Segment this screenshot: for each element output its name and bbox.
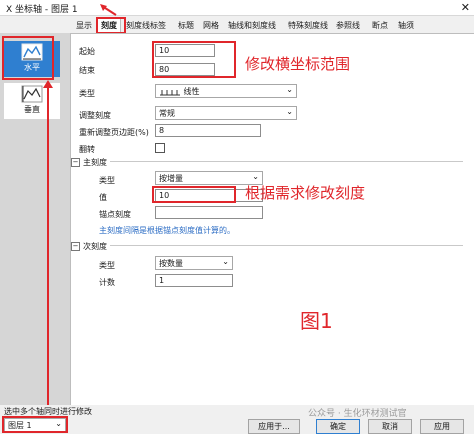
major-type-label: 类型: [99, 176, 115, 185]
type-value: 线性: [183, 87, 200, 96]
collapse-icon: −: [71, 158, 80, 167]
axis-dialog-window: X 坐标轴 - 图层 1 ✕ 显示 刻度 刻度线标签 标题 网格 轴线和刻度线 …: [0, 0, 474, 434]
vertical-axis-icon: [21, 85, 43, 103]
layer-highlight: [2, 416, 68, 433]
chevron-down-icon: ⌄: [252, 172, 259, 181]
nav-vertical-label: 垂直: [24, 105, 40, 114]
chevron-down-icon: ⌄: [286, 85, 293, 94]
tab-grids[interactable]: 网格: [203, 20, 219, 31]
close-icon[interactable]: ✕: [461, 1, 470, 14]
linear-scale-icon: [160, 89, 180, 95]
tab-axis-ticks[interactable]: 轴须: [398, 20, 414, 31]
type-label: 类型: [79, 89, 95, 98]
nav-vertical[interactable]: 垂直: [4, 83, 60, 119]
axis-list-pane: 水平 垂直: [0, 33, 71, 405]
from-label: 起始: [79, 47, 95, 56]
minor-type-value: 按数量: [159, 259, 183, 268]
window-title: X 坐标轴 - 图层 1: [6, 5, 78, 15]
divider: [93, 161, 463, 162]
tab-title[interactable]: 标题: [178, 20, 194, 31]
apply-to-button[interactable]: 应用于...: [248, 419, 300, 434]
tick-annotation: 根据需求修改刻度: [245, 184, 366, 202]
collapse-icon: −: [71, 242, 80, 251]
ok-button[interactable]: 确定: [316, 419, 360, 434]
watermark: 公众号 · 生化环材测试官: [308, 409, 407, 419]
tab-tick-labels[interactable]: 刻度线标签: [126, 20, 166, 31]
scale-tab-highlight: [96, 17, 126, 34]
arrow-icon: [100, 4, 117, 16]
to-label: 结束: [79, 66, 95, 75]
minor-type-label: 类型: [99, 261, 115, 270]
anchor-input[interactable]: [155, 206, 263, 219]
chevron-down-icon: ⌄: [286, 107, 293, 116]
tab-bar: 显示 刻度 刻度线标签 标题 网格 轴线和刻度线 特殊刻度线 参照线 断点 轴须: [70, 18, 474, 33]
rescale-margin-label: 重新调整页边距(%): [79, 128, 149, 137]
apply-button[interactable]: 应用: [420, 419, 464, 434]
rescale-select[interactable]: 常规 ⌄: [155, 106, 297, 120]
anchor-label: 锚点刻度: [99, 210, 131, 219]
range-annotation: 修改横坐标范围: [245, 55, 351, 73]
rescale-label: 调整刻度: [79, 111, 111, 120]
minor-count-input[interactable]: 1: [155, 274, 233, 287]
rescale-value: 常规: [159, 109, 175, 118]
flip-checkbox[interactable]: [155, 143, 165, 153]
title-bar: X 坐标轴 - 图层 1 ✕: [0, 0, 474, 16]
minor-section[interactable]: − 次刻度: [71, 241, 110, 252]
horizontal-highlight: [2, 36, 54, 80]
tab-line-and-ticks[interactable]: 轴线和刻度线: [228, 20, 276, 31]
major-type-value: 按增量: [159, 174, 183, 183]
major-section[interactable]: − 主刻度: [71, 157, 110, 168]
divider: [93, 245, 463, 246]
tick-value-highlight: [152, 186, 236, 203]
figure-label: 图1: [300, 309, 333, 333]
scale-panel: 起始 10 结束 80 类型 线性 ⌄ 调整刻度 常规 ⌄ 重新调整页边距(%)…: [71, 33, 474, 406]
major-value-label: 值: [99, 193, 107, 202]
flip-label: 翻转: [79, 145, 95, 154]
tab-display[interactable]: 显示: [76, 20, 92, 31]
major-note: 主刻度间隔是根据锚点刻度值计算的。: [99, 226, 235, 235]
rescale-margin-input[interactable]: 8: [155, 124, 261, 137]
minor-type-select[interactable]: 按数量 ⌄: [155, 256, 233, 270]
range-highlight: [152, 41, 236, 78]
chevron-down-icon: ⌄: [222, 257, 229, 266]
type-select[interactable]: 线性 ⌄: [155, 84, 297, 98]
minor-section-label: 次刻度: [83, 242, 107, 251]
tab-special-ticks[interactable]: 特殊刻度线: [288, 20, 328, 31]
bottom-bar: 选中多个轴同时进行修改 图层 1 ⌄ 公众号 · 生化环材测试官 应用于... …: [0, 405, 474, 434]
minor-count-label: 计数: [99, 278, 115, 287]
tab-breaks[interactable]: 断点: [372, 20, 388, 31]
cancel-button[interactable]: 取消: [368, 419, 412, 434]
tab-reference-lines[interactable]: 参照线: [336, 20, 360, 31]
major-section-label: 主刻度: [83, 158, 107, 167]
